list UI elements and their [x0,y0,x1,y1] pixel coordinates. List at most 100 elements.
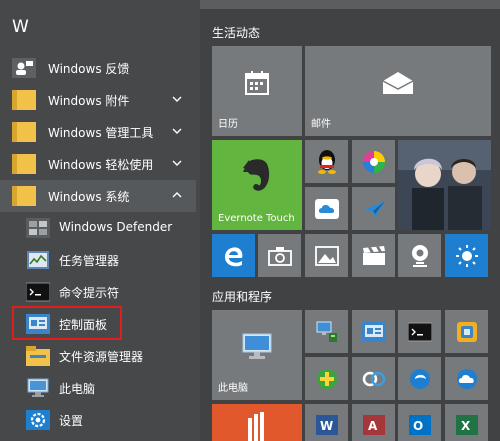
tile-photos-app[interactable] [352,140,395,183]
app-list-item-windows-admin-tools[interactable]: Windows 管理工具 [0,116,196,148]
link-icon [362,371,385,386]
outlook-icon: O [408,414,431,435]
app-list-item-file-explorer[interactable]: 文件资源管理器 [0,340,196,372]
monitor-icon [242,333,272,359]
tile-qq[interactable] [305,140,348,183]
tile-calendar[interactable]: 日历 [212,46,302,136]
cmd-icon [407,322,432,341]
cloud-sync-icon [456,368,477,389]
app-list-item-label: 任务管理器 [59,254,120,268]
tile-label: 邮件 [311,119,331,130]
tile-mail[interactable]: 邮件 [305,46,491,136]
tile-link-app[interactable] [352,357,395,400]
excel-icon: X [455,414,478,435]
chevron-up-icon[interactable] [170,188,184,202]
tile-network-connections[interactable] [305,310,348,353]
task-manager-icon [27,251,49,269]
clapperboard-icon [362,245,385,265]
tile-photo-people[interactable] [398,140,491,230]
tile-webcam[interactable] [398,234,441,277]
network-computer-icon [316,321,337,342]
section-letter-w[interactable]: W [12,17,29,37]
tile-yellow-app[interactable] [445,310,488,353]
folder-icon [12,186,36,206]
svg-text:A: A [368,419,378,433]
app-list-item-label: 文件资源管理器 [59,350,144,364]
tile-label: 此电脑 [218,383,248,394]
cmd-icon [26,282,50,302]
tile-command-prompt[interactable] [398,310,441,353]
qq-penguin-icon [317,149,336,174]
tile-flight-app[interactable] [352,187,395,230]
tile-cloud-sync[interactable] [445,357,488,400]
tile-green-app[interactable] [305,357,348,400]
app-list-item-label: Windows 附件 [48,94,130,108]
folder-icon [12,122,36,142]
office-icon [248,412,264,441]
svg-text:X: X [461,419,471,433]
people-photo-image [398,140,491,230]
webcam-icon [411,244,428,267]
chevron-down-icon[interactable] [170,124,184,138]
tile-this-pc[interactable]: 此电脑 [212,310,302,400]
app-list-item-settings[interactable]: 设置 [0,404,196,436]
app-list: W Windows 反馈 Windows 附件 Windows 管理工具 Win… [0,0,200,441]
tile-cloud-app[interactable] [305,187,348,230]
app-list-item-label: Windows 管理工具 [48,126,154,140]
control-panel-icon [361,321,386,342]
tile-office[interactable] [212,404,302,441]
evernote-elephant-icon [243,159,270,191]
group-title-life[interactable]: 生活动态 [212,24,260,41]
camera-icon [267,246,292,266]
app-list-item-windows-accessories[interactable]: Windows 附件 [0,84,196,116]
app-list-item-label: 设置 [59,414,84,428]
app-list-item-windows-defender[interactable]: Windows Defender [0,212,196,244]
this-pc-icon [27,378,49,397]
app-list-item-command-prompt[interactable]: 命令提示符 [0,276,196,308]
app-list-item-windows-system[interactable]: Windows 系统 [0,180,196,212]
tile-word[interactable]: W [305,404,348,441]
tile-outlook[interactable]: O [398,404,441,441]
color-wheel-icon [362,150,385,173]
app-list-item-label: Windows 系统 [48,190,130,204]
app-list-item-this-pc[interactable]: 此电脑 [0,372,196,404]
calendar-icon [245,71,269,95]
word-icon: W [315,414,338,435]
svg-text:W: W [320,419,333,433]
tile-evernote[interactable]: Evernote Touch [212,140,302,230]
app-box-icon [456,321,477,342]
tile-access[interactable]: A [352,404,395,441]
app-list-item-label: Windows 反馈 [48,62,130,76]
svg-text:O: O [413,419,423,433]
plane-icon [362,200,385,218]
folder-icon [12,90,36,110]
app-list-item-windows-ease-of-access[interactable]: Windows 轻松使用 [0,148,196,180]
chevron-down-icon[interactable] [170,92,184,106]
tile-movies[interactable] [352,234,395,277]
sun-icon [455,244,478,267]
app-list-item-label: Windows Defender [59,220,173,234]
app-list-item-task-manager[interactable]: 任务管理器 [0,244,196,276]
app-list-item-label: Windows 轻松使用 [48,158,154,172]
mail-icon [382,72,414,94]
tile-blue-app[interactable] [398,357,441,400]
tile-edge[interactable] [212,234,255,277]
group-title-apps[interactable]: 应用和程序 [212,288,272,305]
tile-control-panel[interactable] [352,310,395,353]
chevron-down-icon[interactable] [170,156,184,170]
edge-icon [224,246,242,266]
tile-weather[interactable] [445,234,488,277]
defender-icon [26,218,50,238]
app-list-item-windows-feedback[interactable]: Windows 反馈 [0,52,196,84]
control-panel-highlight-box [12,306,122,340]
tile-camera[interactable] [258,234,301,277]
folder-icon [12,154,36,174]
feedback-icon [12,58,36,78]
app-list-item-label: 此电脑 [59,382,96,396]
tile-excel[interactable]: X [445,404,488,441]
tile-photos[interactable] [305,234,348,277]
tile-label: 日历 [218,119,238,130]
app-list-item-label: 命令提示符 [59,286,120,300]
play-circle-icon [409,368,430,389]
cloud-icon [314,198,339,219]
